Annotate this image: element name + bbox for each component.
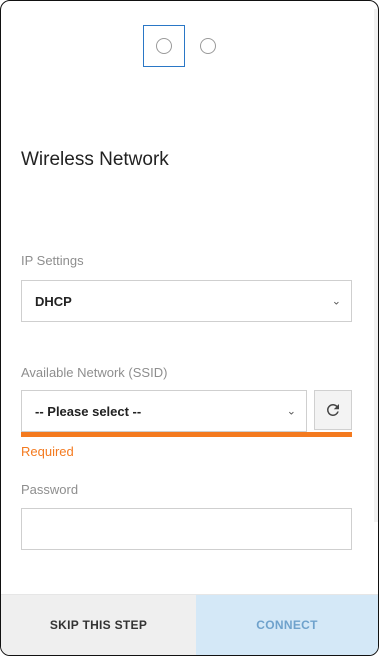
ip-settings-select[interactable]: DHCP ⌄ [21, 280, 352, 322]
ssid-select[interactable]: -- Please select -- ⌄ [21, 390, 307, 432]
refresh-icon [326, 404, 339, 416]
skip-step-button[interactable]: SKIP THIS STEP [1, 595, 196, 655]
step-2-dot[interactable] [200, 38, 216, 54]
password-field[interactable] [21, 508, 352, 550]
ssid-label: Available Network (SSID) [21, 365, 168, 380]
page-title: Wireless Network [21, 149, 169, 170]
chevron-down-icon: ⌄ [331, 295, 341, 308]
ssid-error-message: Required [21, 444, 74, 459]
connect-button[interactable]: CONNECT [196, 595, 378, 655]
refresh-networks-button[interactable] [314, 390, 352, 430]
ip-settings-value: DHCP [35, 293, 72, 309]
ssid-error-underline [21, 432, 352, 437]
ip-settings-label: IP Settings [21, 253, 84, 268]
wizard-panel: Wireless Network IP Settings DHCP ⌄ Avai… [0, 0, 379, 656]
step-indicator [1, 25, 378, 69]
wizard-footer: SKIP THIS STEP CONNECT [1, 594, 378, 655]
step-1-dot[interactable] [156, 38, 172, 54]
scrollbar[interactable] [374, 9, 378, 522]
password-label: Password [21, 482, 79, 497]
ssid-value: -- Please select -- [35, 403, 142, 419]
chevron-down-icon: ⌄ [286, 405, 296, 418]
